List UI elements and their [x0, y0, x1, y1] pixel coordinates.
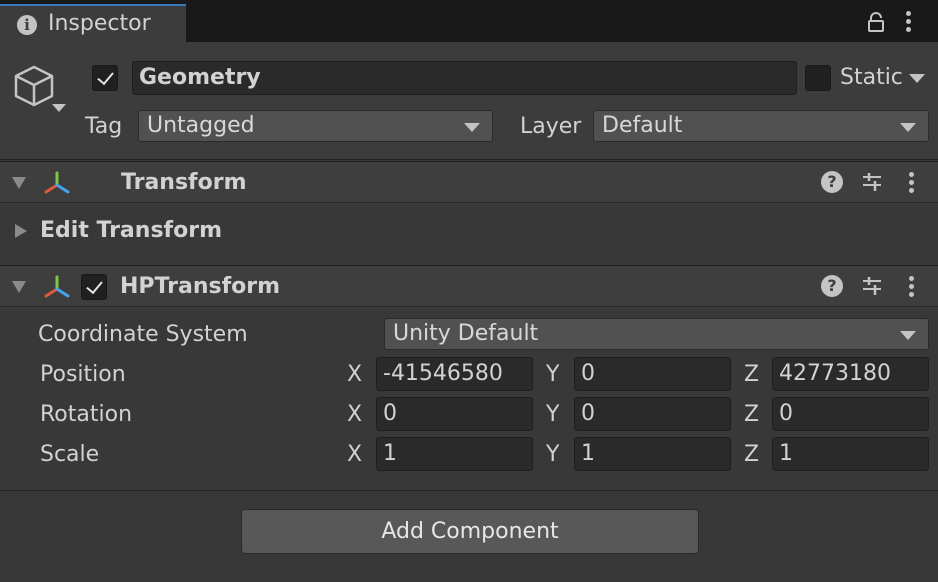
info-icon: i — [17, 15, 37, 35]
chevron-down-icon — [900, 123, 916, 132]
transform-title: Transform — [121, 170, 247, 195]
transform-foldout-icon[interactable] — [12, 177, 26, 189]
coordinate-system-label: Coordinate System — [38, 322, 248, 347]
tag-label: Tag — [85, 114, 123, 139]
tab-inspector[interactable]: i Inspector — [0, 4, 186, 42]
scale-z-field[interactable]: 1 — [772, 437, 929, 471]
rotation-y-label[interactable]: Y — [546, 402, 559, 427]
edit-transform-title[interactable]: Edit Transform — [40, 218, 222, 243]
gameobject-cube-icon[interactable] — [12, 64, 56, 108]
edit-transform-foldout-icon[interactable] — [15, 224, 27, 238]
position-label: Position — [40, 362, 126, 387]
scale-label: Scale — [40, 442, 100, 467]
divider — [0, 490, 938, 491]
scale-x-field[interactable]: 1 — [376, 437, 533, 471]
help-icon[interactable]: ? — [821, 275, 843, 297]
static-dropdown-arrow-icon[interactable] — [909, 74, 925, 83]
tab-title: Inspector — [48, 11, 151, 36]
hptransform-enabled-checkbox[interactable] — [81, 274, 107, 300]
hptransform-title: HPTransform — [120, 274, 281, 299]
transform-icon — [44, 171, 70, 194]
position-z-label[interactable]: Z — [744, 362, 759, 387]
scale-x-label[interactable]: X — [347, 442, 362, 467]
position-x-label[interactable]: X — [347, 362, 362, 387]
chevron-down-icon — [464, 123, 480, 132]
scale-y-field[interactable]: 1 — [574, 437, 731, 471]
component-menu-icon[interactable] — [909, 172, 915, 196]
scale-z-label[interactable]: Z — [744, 442, 759, 467]
position-x-field[interactable]: -41546580 — [376, 357, 533, 391]
position-y-field[interactable]: 0 — [574, 357, 731, 391]
name-field[interactable]: Geometry — [132, 61, 797, 95]
rotation-z-field[interactable]: 0 — [772, 397, 929, 431]
static-label[interactable]: Static — [840, 65, 903, 90]
rotation-label: Rotation — [40, 402, 133, 427]
layer-value: Default — [602, 113, 683, 138]
coordinate-system-dropdown[interactable]: Unity Default — [384, 318, 929, 350]
tag-value: Untagged — [147, 113, 255, 138]
rotation-z-label[interactable]: Z — [744, 402, 759, 427]
rotation-x-field[interactable]: 0 — [376, 397, 533, 431]
rotation-x-label[interactable]: X — [347, 402, 362, 427]
tag-dropdown[interactable]: Untagged — [138, 110, 493, 142]
chevron-down-icon — [900, 331, 916, 340]
active-checkbox[interactable] — [92, 65, 118, 91]
gameobject-header — [0, 42, 938, 160]
lock-icon[interactable] — [866, 12, 886, 32]
help-icon[interactable]: ? — [821, 171, 843, 193]
coordinate-system-value: Unity Default — [393, 321, 539, 346]
scale-y-label[interactable]: Y — [546, 442, 559, 467]
static-checkbox[interactable] — [805, 65, 831, 91]
layer-dropdown[interactable]: Default — [593, 110, 929, 142]
presets-icon[interactable] — [861, 275, 883, 297]
hptransform-foldout-icon[interactable] — [12, 281, 26, 293]
layer-label: Layer — [520, 114, 582, 139]
hptransform-icon — [44, 275, 70, 298]
rotation-y-field[interactable]: 0 — [574, 397, 731, 431]
tab-menu-icon[interactable] — [906, 11, 912, 35]
component-menu-icon[interactable] — [909, 276, 915, 300]
position-z-field[interactable]: 42773180 — [772, 357, 929, 391]
position-y-label[interactable]: Y — [546, 362, 559, 387]
icon-dropdown-arrow-icon[interactable] — [52, 104, 66, 112]
presets-icon[interactable] — [861, 171, 883, 193]
add-component-button[interactable]: Add Component — [241, 509, 699, 554]
